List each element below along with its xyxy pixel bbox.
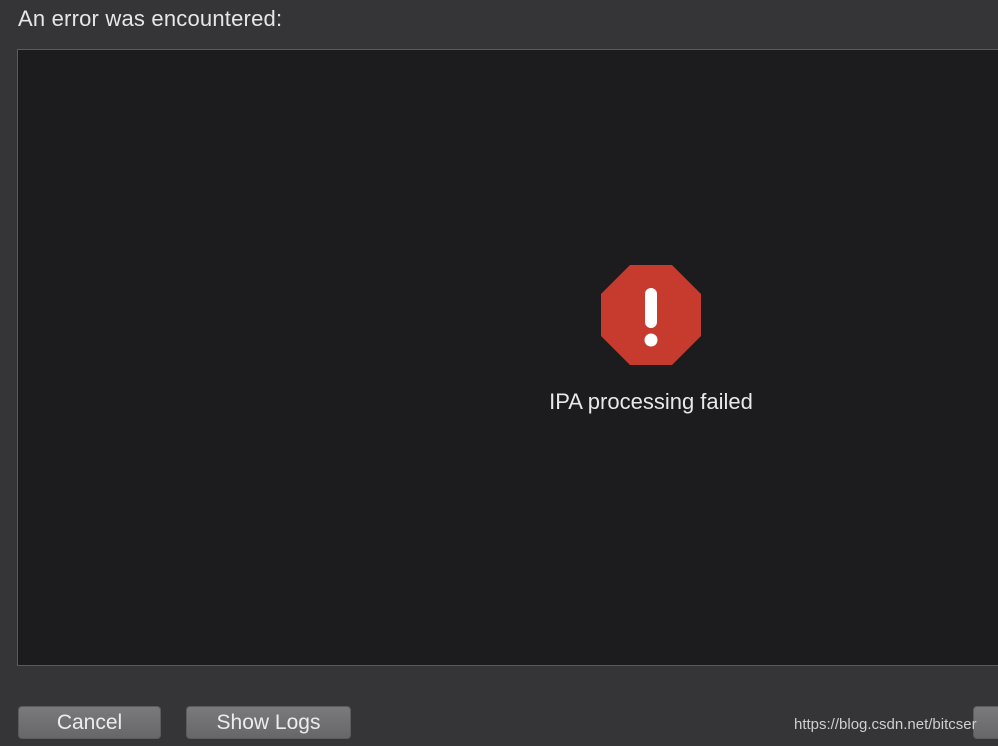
error-octagon-icon [601,265,701,365]
error-message: IPA processing failed [549,389,753,414]
show-logs-button[interactable]: Show Logs [186,706,351,739]
partial-button[interactable] [973,706,998,739]
cancel-button[interactable]: Cancel [18,706,161,739]
error-dialog: An error was encountered: IPA processing… [0,0,998,746]
error-panel: IPA processing failed [17,49,998,666]
dialog-heading: An error was encountered: [18,6,283,31]
watermark-text: https://blog.csdn.net/bitcser [794,716,977,733]
